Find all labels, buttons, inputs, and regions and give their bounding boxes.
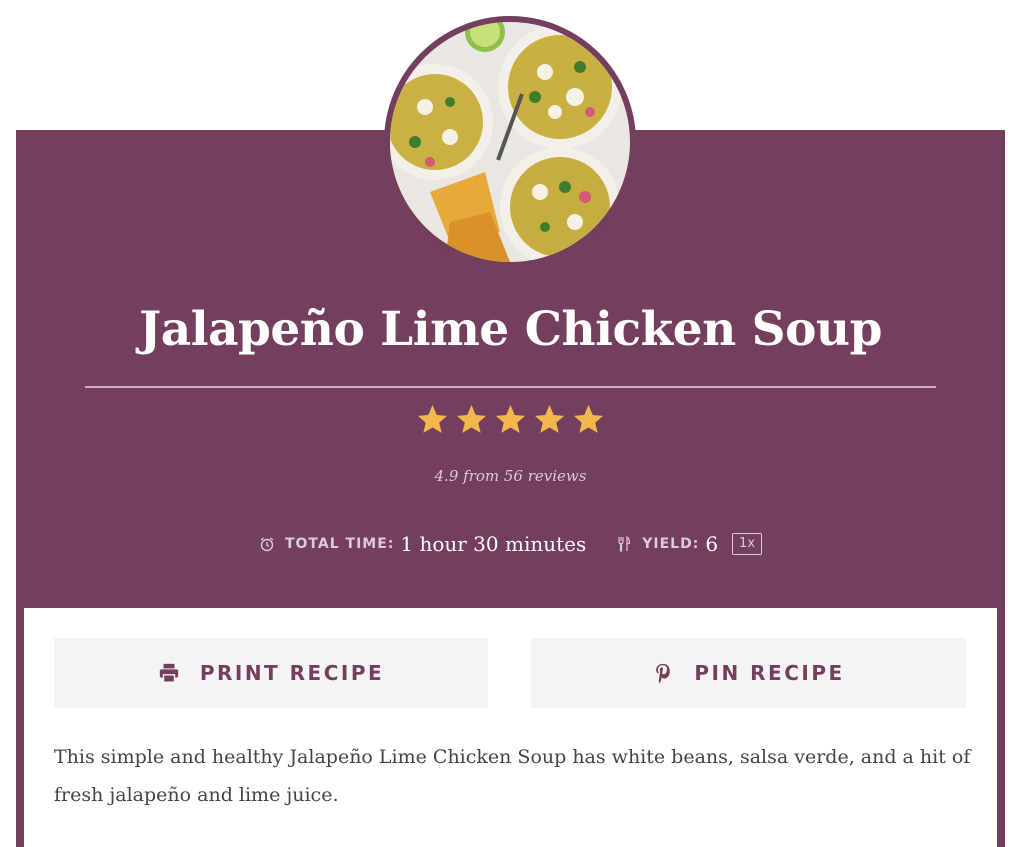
title-divider: [85, 386, 936, 388]
star-icon[interactable]: [493, 402, 528, 437]
servings-multiplier-button[interactable]: 1x: [732, 533, 763, 555]
star-rating[interactable]: [16, 402, 1005, 437]
yield-value: 6: [705, 532, 719, 556]
printer-icon: [159, 663, 178, 683]
total-time-label: TOTAL TIME:: [284, 536, 395, 552]
yield-label: YIELD:: [642, 536, 700, 552]
review-count: 4.9 from 56 reviews: [434, 467, 587, 485]
recipe-photo: [384, 16, 636, 268]
total-time-value: 1 hour 30 minutes: [400, 532, 587, 556]
star-icon[interactable]: [454, 402, 489, 437]
star-icon[interactable]: [532, 402, 567, 437]
print-recipe-label: PRINT RECIPE: [199, 661, 385, 685]
star-icon[interactable]: [571, 402, 606, 437]
print-recipe-button[interactable]: PRINT RECIPE: [54, 638, 488, 708]
alarm-clock-icon: [259, 536, 275, 552]
yield: YIELD: 6 1x: [616, 532, 763, 556]
pinterest-icon: [656, 663, 671, 684]
soup-bowls-image: [390, 22, 630, 262]
recipe-summary: This simple and healthy Jalapeño Lime Ch…: [54, 746, 971, 806]
fork-knife-icon: [616, 536, 632, 552]
pin-recipe-button[interactable]: PIN RECIPE: [531, 638, 966, 708]
recipe-title: Jalapeño Lime Chicken Soup: [139, 302, 882, 357]
pin-recipe-label: PIN RECIPE: [694, 661, 845, 685]
star-icon[interactable]: [415, 402, 450, 437]
total-time: TOTAL TIME: 1 hour 30 minutes: [259, 532, 586, 556]
recipe-meta: TOTAL TIME: 1 hour 30 minutes YIELD: 6 1…: [16, 530, 1005, 558]
